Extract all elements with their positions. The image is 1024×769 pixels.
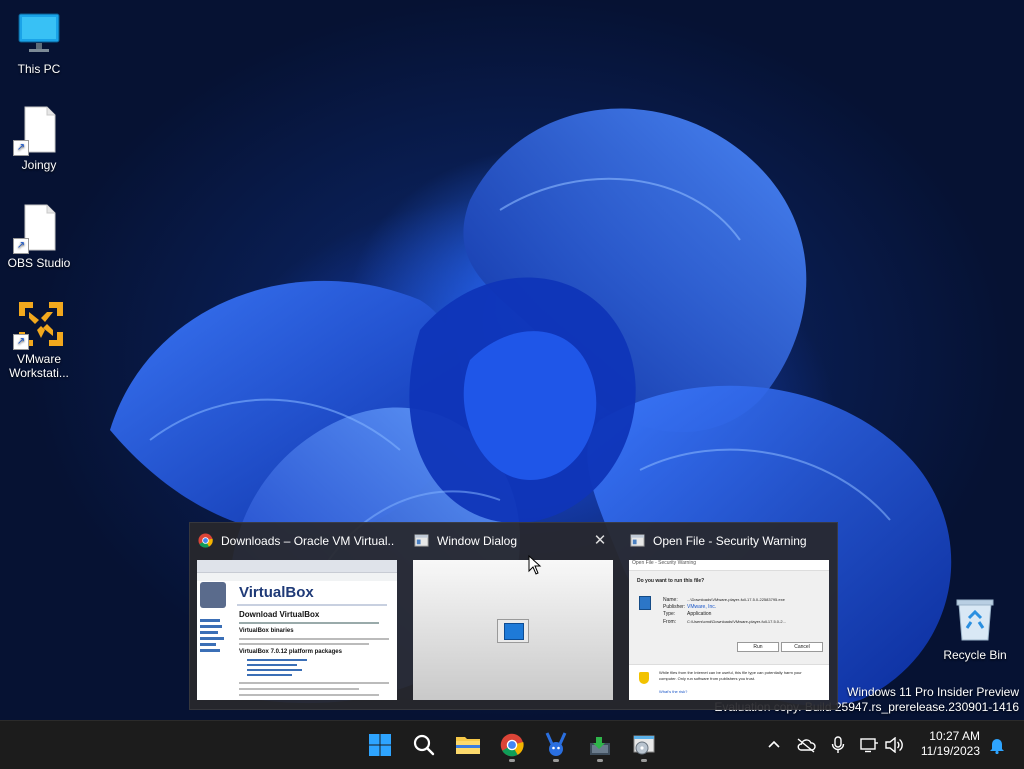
desktop-icon-label: Recycle Bin [943, 648, 1007, 662]
joingy-button[interactable] [538, 727, 574, 763]
running-indicator [509, 759, 515, 762]
virtualbox-section-packages: VirtualBox 7.0.12 platform packages [239, 649, 342, 655]
network-icon [860, 738, 878, 753]
desktop-icon-joingy[interactable]: ↗ Joingy [1, 106, 77, 172]
dialog-app-button[interactable] [626, 727, 662, 763]
folder-icon [456, 737, 480, 754]
shortcut-arrow-icon: ↗ [13, 334, 29, 350]
disc-window-icon [633, 735, 655, 755]
speaker-icon [885, 737, 903, 753]
desktop-icon-label: This PC [17, 62, 61, 76]
chrome-button[interactable] [494, 727, 530, 763]
desktop-icon-this-pc[interactable]: This PC [1, 10, 77, 76]
bunny-icon [545, 732, 567, 756]
preview-title: Window Dialog [437, 534, 518, 548]
security-warning-text: While files from the Internet can be use… [659, 670, 802, 681]
desktop-icon-label: OBS Studio [7, 256, 71, 270]
installer-icon [590, 737, 610, 755]
microphone-icon [831, 736, 845, 753]
preview-close-button[interactable]: ✕ [590, 531, 610, 551]
volume-button[interactable] [883, 733, 905, 757]
desktop-icon-label-line2: Workstati... [9, 366, 69, 380]
shield-warning-icon [639, 672, 649, 684]
document-shortcut-icon: ↗ [13, 204, 61, 254]
bell-icon [990, 739, 1004, 754]
preview-header: Downloads – Oracle VM Virtual... [198, 532, 394, 552]
security-publisher-label: Publisher: [663, 604, 686, 610]
running-indicator [641, 759, 647, 762]
search-icon [413, 734, 435, 756]
cloud-offline-icon [797, 738, 816, 753]
security-name-value: ...\Downloads\VMware-player-full-17.5.0-… [687, 597, 785, 602]
chrome-icon [500, 733, 524, 757]
security-name-label: Name: [663, 597, 678, 603]
security-cancel-button[interactable]: Cancel [781, 642, 823, 652]
preview-header: Open File - Security Warning [630, 532, 826, 552]
clock[interactable]: 10:27 AM 11/19/2023 [921, 729, 980, 759]
chevron-up-icon [768, 740, 780, 748]
search-button[interactable] [406, 727, 442, 763]
window-icon [414, 533, 429, 548]
preview-chrome-downloads[interactable]: Downloads – Oracle VM Virtual... Virtual… [190, 523, 398, 709]
clock-date: 11/19/2023 [920, 744, 980, 758]
virtualbox-heading: VirtualBox [239, 584, 314, 601]
security-dialog-titlebar: Open File - Security Warning [629, 560, 829, 571]
taskbar: 10:27 AM 11/19/2023 [0, 720, 1024, 769]
preview-thumbnail: VirtualBox Download VirtualBox VirtualBo… [197, 560, 397, 700]
recycle-bin-icon [953, 596, 997, 644]
monitor-icon [17, 10, 61, 58]
preview-header: Window Dialog [414, 532, 610, 552]
preview-title: Open File - Security Warning [653, 534, 807, 548]
onedrive-offline-button[interactable] [794, 733, 818, 757]
vmware-installer-button[interactable] [582, 727, 618, 763]
desktop-icon-label-line1: VMware [16, 352, 61, 366]
security-from-label: From: [663, 619, 677, 625]
preview-thumbnail: Open File - Security Warning Do you want… [629, 560, 829, 700]
preview-title: Downloads – Oracle VM Virtual... [221, 534, 394, 548]
security-type-label: Type: [663, 611, 676, 617]
security-type-value: Application [687, 611, 712, 617]
shortcut-arrow-icon: ↗ [13, 238, 29, 254]
shortcut-arrow-icon: ↗ [13, 140, 29, 156]
running-indicator [553, 759, 559, 762]
window-icon [630, 533, 645, 548]
windows-logo-icon [369, 734, 391, 756]
security-run-button[interactable]: Run [737, 642, 779, 652]
network-button[interactable] [858, 733, 880, 757]
notifications-button[interactable] [986, 733, 1008, 757]
tray-overflow-button[interactable] [764, 733, 784, 757]
clock-time: 10:27 AM [929, 729, 980, 743]
desktop-icon-vmware[interactable]: ↗ VMware Workstati... [1, 300, 77, 380]
desktop-icon-label: Joingy [21, 158, 57, 172]
preview-security-warning[interactable]: Open File - Security Warning Open File -… [622, 523, 830, 709]
security-publisher-value[interactable]: VMware, Inc. [687, 604, 716, 610]
dialog-app-icon [497, 619, 529, 643]
virtualbox-subheading: Download VirtualBox [239, 610, 320, 619]
file-explorer-button[interactable] [450, 727, 486, 763]
microphone-button[interactable] [828, 733, 848, 757]
mouse-cursor [528, 555, 542, 575]
preview-thumbnail [413, 560, 613, 700]
desktop-icon-recycle-bin[interactable]: Recycle Bin [937, 596, 1013, 662]
taskbar-preview-strip: Downloads – Oracle VM Virtual... Virtual… [189, 522, 838, 710]
running-indicator [597, 759, 603, 762]
document-shortcut-icon: ↗ [13, 106, 61, 156]
vmware-icon: ↗ [13, 300, 63, 350]
chrome-icon [198, 533, 213, 548]
desktop-icon-obs-studio[interactable]: ↗ OBS Studio [1, 204, 77, 270]
start-button[interactable] [362, 727, 398, 763]
security-from-value: C:\Users\cmd\Downloads\VMware-player-ful… [687, 619, 786, 624]
virtualbox-section-binaries: VirtualBox binaries [239, 628, 294, 634]
security-question: Do you want to run this file? [637, 578, 705, 584]
preview-window-dialog[interactable]: Window Dialog ✕ [406, 523, 614, 709]
security-risk-link[interactable]: What's the risk? [659, 688, 687, 695]
